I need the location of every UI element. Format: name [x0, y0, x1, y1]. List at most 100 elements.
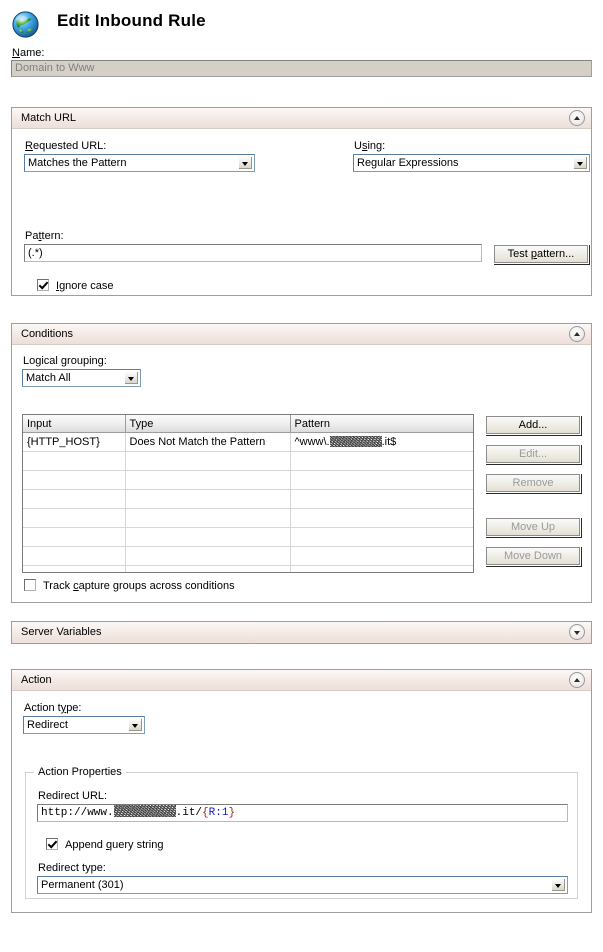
cell-pattern — [290, 508, 473, 528]
redirect-url-prefix: http://www. — [41, 807, 114, 819]
checkbox-box — [46, 838, 58, 850]
move-up-condition-button[interactable]: Move Up — [485, 517, 581, 537]
ignore-case-checkbox[interactable]: Ignore case — [37, 279, 114, 292]
column-header-type[interactable]: Type — [125, 415, 291, 433]
globe-icon — [12, 11, 39, 38]
cell-input: {HTTP_HOST} — [23, 432, 126, 452]
action-header: Action — [12, 670, 591, 691]
redacted-domain — [113, 805, 176, 817]
redirect-url-input[interactable]: http://www. .it/{R:1} — [37, 804, 568, 822]
cell-type — [125, 565, 291, 572]
using-label: Using: — [354, 140, 386, 152]
table-row[interactable] — [23, 451, 473, 471]
action-properties-groupbox: Action Properties Redirect URL: http://w… — [25, 766, 578, 899]
column-header-pattern[interactable]: Pattern — [290, 415, 473, 433]
action-type-select[interactable]: Redirect — [23, 716, 145, 734]
logical-grouping-label: Logical grouping: — [23, 355, 107, 367]
move-down-condition-button[interactable]: Move Down — [485, 546, 581, 566]
track-capture-groups-label: Track capture groups across conditions — [43, 580, 235, 592]
edit-condition-button[interactable]: Edit... — [485, 444, 581, 464]
redirect-type-select[interactable]: Permanent (301) — [37, 876, 568, 894]
conditions-header-label: Conditions — [21, 328, 73, 340]
checkbox-box — [37, 279, 49, 291]
token-back-reference: R:1 — [208, 807, 229, 819]
cell-pattern — [290, 546, 473, 566]
table-row[interactable] — [23, 527, 473, 547]
cell-input — [23, 565, 126, 572]
cell-type — [125, 470, 291, 490]
redirect-type-value: Permanent (301) — [41, 879, 124, 891]
table-header-row: Input Type Pattern — [23, 415, 473, 433]
token-open-brace: { — [202, 807, 209, 819]
chevron-down-icon[interactable] — [124, 371, 139, 385]
cell-type: Does Not Match the Pattern — [125, 432, 291, 452]
test-pattern-button[interactable]: Test pattern... — [493, 244, 589, 264]
pattern-prefix: ^www\. — [294, 436, 330, 448]
action-properties-title: Action Properties — [34, 766, 126, 778]
cell-type — [125, 451, 291, 471]
action-header-label: Action — [21, 674, 52, 686]
page-title: Edit Inbound Rule — [57, 11, 206, 30]
logical-grouping-value: Match All — [26, 372, 71, 384]
cell-input — [23, 451, 126, 471]
match-url-header: Match URL — [12, 108, 591, 129]
match-url-header-label: Match URL — [21, 112, 77, 124]
action-type-label: Action type: — [24, 702, 82, 714]
redirect-url-label: Redirect URL: — [38, 790, 108, 802]
server-variables-header-label: Server Variables — [21, 626, 102, 638]
checkbox-box — [24, 579, 36, 591]
table-row[interactable] — [23, 489, 473, 509]
page-header: Edit Inbound Rule — [0, 0, 603, 46]
table-row[interactable] — [23, 470, 473, 490]
requested-url-label: Requested URL: — [25, 140, 107, 152]
rule-name-field[interactable]: Domain to Www — [11, 60, 592, 77]
action-panel: Action Action type: Redirect Action Prop… — [11, 669, 592, 913]
cell-type — [125, 527, 291, 547]
column-header-input[interactable]: Input — [23, 415, 126, 433]
table-row[interactable] — [23, 546, 473, 566]
match-url-panel: Match URL Requested URL: Matches the Pat… — [11, 107, 592, 296]
pattern-input[interactable]: (.*) — [24, 244, 482, 262]
using-value: Regular Expressions — [357, 157, 459, 169]
cell-pattern — [290, 565, 473, 572]
ignore-case-label: Ignore case — [56, 280, 114, 292]
cell-pattern — [290, 451, 473, 471]
cell-pattern — [290, 527, 473, 547]
conditions-body: Logical grouping: Match All Input Type P… — [12, 345, 591, 603]
match-url-body: Requested URL: Matches the Pattern Using… — [12, 129, 591, 296]
table-row[interactable] — [23, 508, 473, 528]
using-select[interactable]: Regular Expressions — [353, 154, 590, 172]
conditions-panel: Conditions Logical grouping: Match All I… — [11, 323, 592, 603]
action-type-value: Redirect — [27, 719, 68, 731]
remove-condition-button[interactable]: Remove — [485, 473, 581, 493]
cell-type — [125, 546, 291, 566]
server-variables-expand-chevron-down-icon[interactable] — [569, 624, 585, 640]
pattern-label: Pattern: — [25, 230, 64, 242]
redirect-url-middle: .it/ — [175, 807, 203, 819]
cell-type — [125, 489, 291, 509]
table-row[interactable] — [23, 565, 473, 572]
cell-input — [23, 527, 126, 547]
chevron-down-icon[interactable] — [238, 156, 253, 170]
cell-pattern — [290, 470, 473, 490]
chevron-down-icon[interactable] — [128, 718, 143, 732]
conditions-collapse-chevron-up-icon[interactable] — [569, 326, 585, 342]
cell-input — [23, 546, 126, 566]
match-url-collapse-chevron-up-icon[interactable] — [569, 110, 585, 126]
track-capture-groups-checkbox[interactable]: Track capture groups across conditions — [24, 579, 235, 592]
logical-grouping-select[interactable]: Match All — [22, 369, 141, 387]
name-label: Name: — [12, 47, 45, 59]
requested-url-select[interactable]: Matches the Pattern — [24, 154, 255, 172]
chevron-down-icon[interactable] — [551, 878, 566, 892]
table-row[interactable]: {HTTP_HOST} Does Not Match the Pattern ^… — [23, 432, 473, 452]
cell-input — [23, 508, 126, 528]
requested-url-value: Matches the Pattern — [28, 157, 127, 169]
cell-input — [23, 489, 126, 509]
append-query-string-checkbox[interactable]: Append query string — [46, 838, 163, 851]
action-collapse-chevron-up-icon[interactable] — [569, 672, 585, 688]
cell-pattern: ^www\. .it$ — [290, 432, 473, 452]
conditions-grid[interactable]: Input Type Pattern {HTTP_HOST} Does Not … — [22, 414, 474, 573]
chevron-down-icon[interactable] — [573, 156, 588, 170]
server-variables-header[interactable]: Server Variables — [12, 622, 591, 643]
add-condition-button[interactable]: Add... — [485, 415, 581, 435]
